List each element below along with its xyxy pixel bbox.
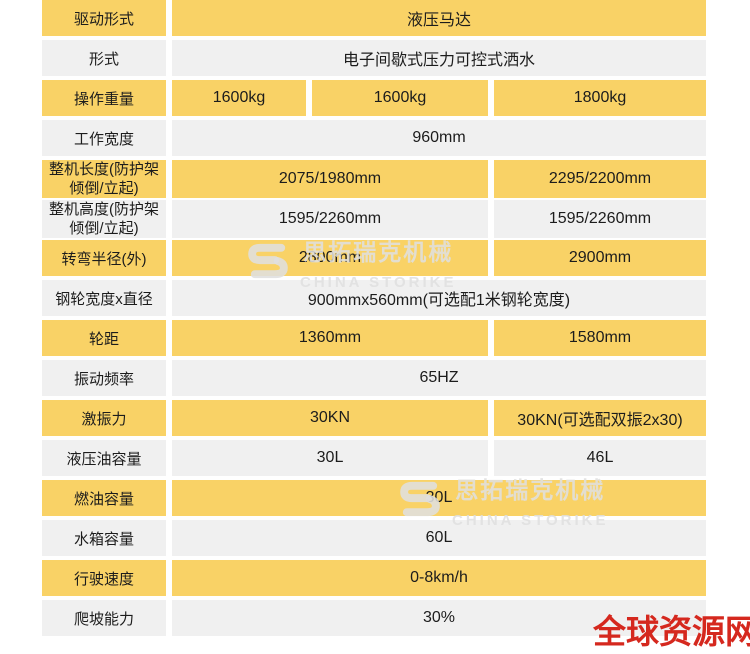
spec-row-operating-weight: 操作重量 1600kg 1600kg 1800kg [42,80,706,116]
spec-value-cell: 46L [494,440,706,476]
spec-label-cell: 操作重量 [42,80,166,116]
spec-value-cell: 1360mm [172,320,488,356]
site-logo: 全球资源网 [593,605,750,653]
spec-value-cell: 900mmx560mm(可选配1米钢轮宽度) [172,280,706,316]
spec-row-working-width: 工作宽度 960mm [42,120,706,156]
spec-value-cell: 1600kg [312,80,488,116]
spec-row-sprinkler-type: 形式 电子间歇式压力可控式洒水 [42,40,706,76]
spec-label-cell: 驱动形式 [42,0,166,36]
spec-value-cell: 30L [172,480,706,516]
spec-label-cell: 爬坡能力 [42,600,166,636]
spec-value-cell: 1595/2260mm [172,200,488,238]
spec-row-wheelbase: 轮距 1360mm 1580mm [42,320,706,356]
spec-label-cell: 形式 [42,40,166,76]
spec-row-turning-radius: 转弯半径(外) 2800mm 2900mm [42,240,706,276]
spec-row-travel-speed: 行驶速度 0-8km/h [42,560,706,596]
spec-label-cell: 水箱容量 [42,520,166,556]
spec-label-cell: 激振力 [42,400,166,436]
spec-label-cell: 整机长度(防护架倾倒/立起) [42,160,166,198]
spec-label-cell: 整机高度(防护架倾倒/立起) [42,200,166,238]
spec-label-cell: 转弯半径(外) [42,240,166,276]
spec-value-cell: 30KN [172,400,488,436]
spec-label-cell: 行驶速度 [42,560,166,596]
spec-value-cell: 2900mm [494,240,706,276]
spec-label-cell: 振动频率 [42,360,166,396]
spec-row-exciting-force: 激振力 30KN 30KN(可选配双振2x30) [42,400,706,436]
spec-row-overall-length: 整机长度(防护架倾倒/立起) 2075/1980mm 2295/2200mm [42,160,706,198]
spec-value-cell: 30L [172,440,488,476]
spec-value-cell: 1595/2260mm [494,200,706,238]
spec-value-cell: 2800mm [172,240,488,276]
spec-label-cell: 工作宽度 [42,120,166,156]
spec-sheet-screen: 驱动形式 液压马达 形式 电子间歇式压力可控式洒水 操作重量 1600kg 16… [0,0,750,654]
spec-value-cell: 60L [172,520,706,556]
spec-table: 驱动形式 液压马达 形式 电子间歇式压力可控式洒水 操作重量 1600kg 16… [42,0,706,640]
spec-row-water-tank-capacity: 水箱容量 60L [42,520,706,556]
spec-label-cell: 燃油容量 [42,480,166,516]
spec-label-cell: 液压油容量 [42,440,166,476]
spec-value-cell: 2075/1980mm [172,160,488,198]
spec-value-cell: 960mm [172,120,706,156]
spec-value-cell: 1800kg [494,80,706,116]
spec-value-cell: 液压马达 [172,0,706,36]
spec-label-cell: 轮距 [42,320,166,356]
spec-row-overall-height: 整机高度(防护架倾倒/立起) 1595/2260mm 1595/2260mm [42,200,706,238]
spec-value-cell: 1580mm [494,320,706,356]
spec-row-fuel-capacity: 燃油容量 30L [42,480,706,516]
spec-row-hydraulic-oil-capacity: 液压油容量 30L 46L [42,440,706,476]
spec-row-vibration-frequency: 振动频率 65HZ [42,360,706,396]
spec-value-cell: 0-8km/h [172,560,706,596]
spec-row-drum-size: 钢轮宽度x直径 900mmx560mm(可选配1米钢轮宽度) [42,280,706,316]
spec-value-cell: 30KN(可选配双振2x30) [494,400,706,436]
spec-value-cell: 1600kg [172,80,306,116]
spec-row-drive-type: 驱动形式 液压马达 [42,0,706,36]
spec-value-cell: 2295/2200mm [494,160,706,198]
spec-value-cell: 电子间歇式压力可控式洒水 [172,40,706,76]
spec-label-cell: 钢轮宽度x直径 [42,280,166,316]
spec-value-cell: 65HZ [172,360,706,396]
